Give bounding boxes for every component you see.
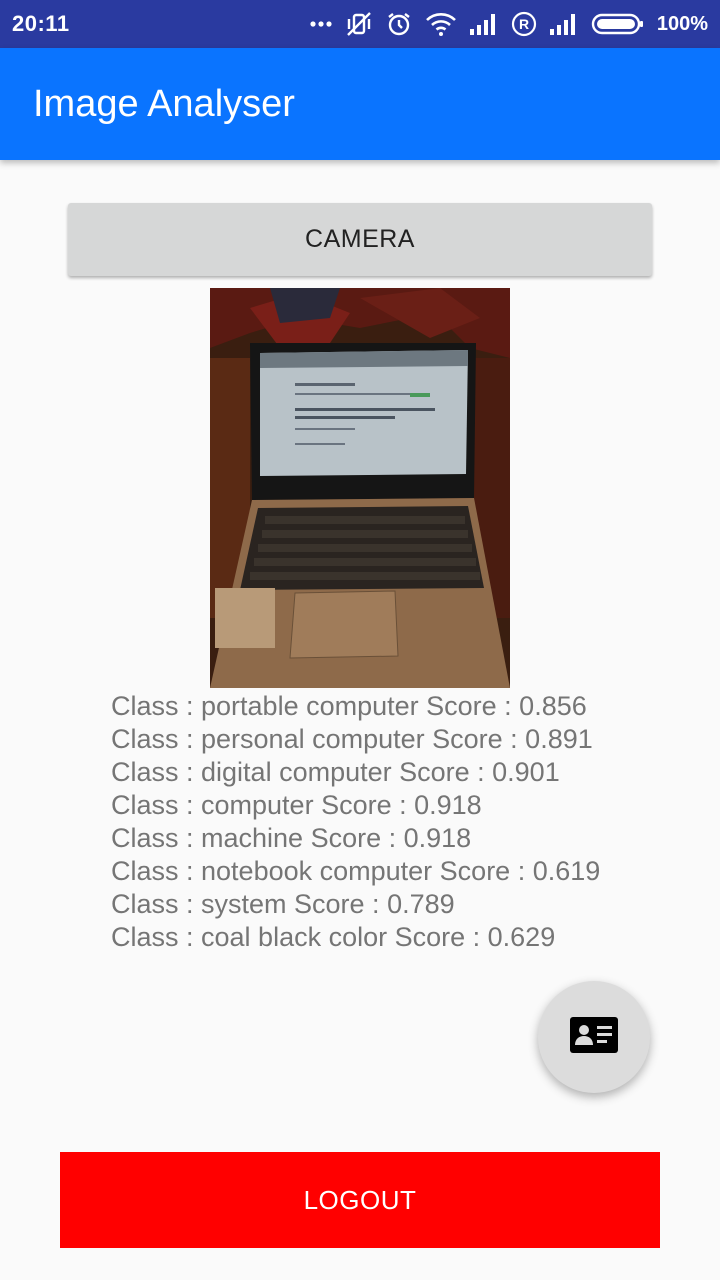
logout-button[interactable]: LOGOUT (60, 1152, 660, 1248)
captured-photo (210, 288, 510, 688)
camera-button[interactable]: CAMERA (68, 203, 652, 276)
signal-icon (549, 12, 579, 36)
result-row: Class : coal black color Score : 0.629 (111, 922, 556, 952)
alarm-icon (385, 10, 413, 38)
status-time: 20:11 (12, 11, 70, 36)
battery-percent: 100% (656, 12, 708, 35)
status-icons: R 100% (309, 10, 708, 38)
status-bar: 20:11 R 100% (0, 0, 720, 48)
contact-fab-button[interactable] (538, 981, 650, 1093)
wifi-icon (425, 11, 457, 37)
result-row: Class : digital computer Score : 0.901 (111, 757, 560, 787)
result-row: Class : notebook computer Score : 0.619 (111, 856, 601, 886)
result-row: Class : computer Score : 0.918 (111, 790, 482, 820)
result-row: Class : personal computer Score : 0.891 (111, 724, 593, 754)
app-title: Image Analyser (33, 82, 295, 125)
app-bar: Image Analyser (0, 48, 720, 160)
battery-icon (591, 12, 645, 36)
result-row: Class : system Score : 0.789 (111, 889, 455, 919)
vibrate-off-icon (345, 10, 373, 38)
more-dots-icon (309, 20, 333, 28)
contact-card-icon (570, 1016, 618, 1058)
signal-icon (469, 12, 499, 36)
result-row: Class : machine Score : 0.918 (111, 823, 472, 853)
result-row: Class : portable computer Score : 0.856 (111, 691, 587, 721)
results-list: Class : portable computer Score : 0.856 … (111, 690, 671, 954)
roaming-icon: R (511, 11, 537, 37)
svg-text:R: R (519, 16, 529, 32)
